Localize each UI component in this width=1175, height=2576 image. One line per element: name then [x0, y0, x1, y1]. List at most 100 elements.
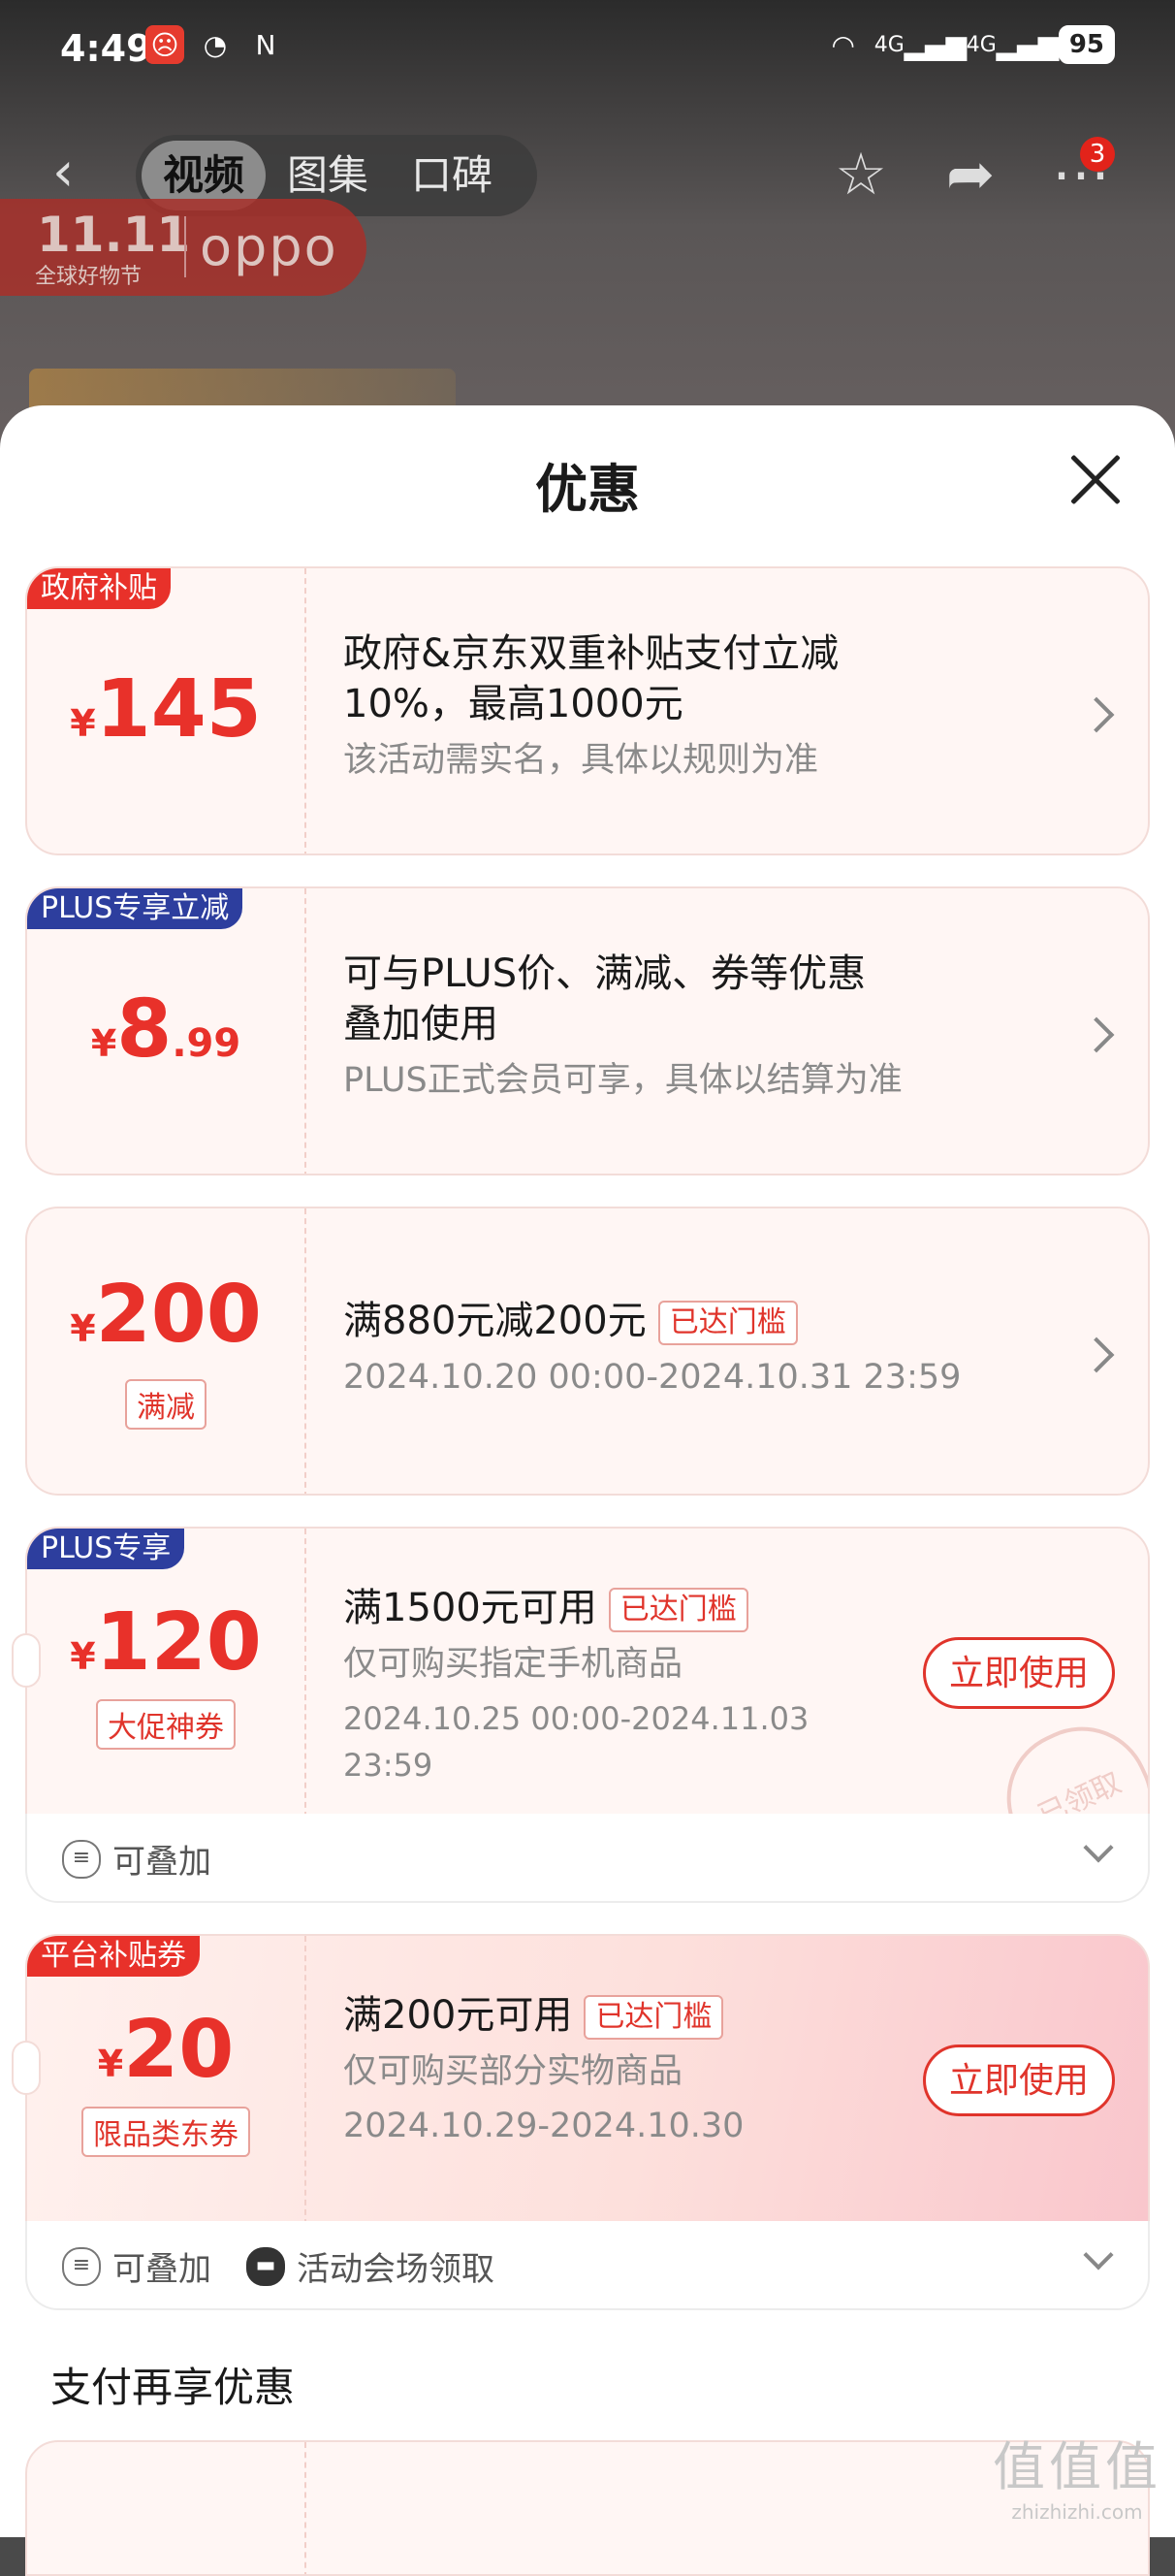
- chevron-right-icon: [1078, 1016, 1115, 1053]
- threshold-reached-pill: 已达门槛: [657, 1301, 798, 1345]
- card-divider: [304, 1936, 306, 2221]
- amount-value: 120: [95, 1596, 262, 1689]
- use-now-button[interactable]: 立即使用: [923, 2045, 1115, 2116]
- chevron-right-icon: [1078, 696, 1115, 733]
- card-divider: [304, 1208, 306, 1494]
- ticket-icon: ▬: [246, 2246, 285, 2286]
- desc-line-1: 政府&京东双重补贴支付立减: [343, 631, 840, 676]
- coupon-type-label: 满减: [27, 1379, 304, 1430]
- desc-note: 该活动需实名，具体以规则为准: [343, 741, 819, 780]
- discount-sheet: 优惠 政府补贴 ¥145 政府&京东双重补贴支付立减 10%，最高1000元 该…: [0, 405, 1175, 2576]
- desc-line-1: 可与PLUS价、满减、券等优惠: [343, 951, 867, 996]
- type-label-text: 限品类东券: [81, 2107, 250, 2157]
- card-divider: [304, 1529, 306, 1814]
- nfc-icon: Ν: [255, 28, 276, 61]
- coupon-condition: 满200元可用 已达门槛: [343, 1990, 905, 2041]
- coupon-amount: ¥8.99: [27, 983, 304, 1076]
- watermark-domain: zhizhizhi.com: [1011, 2500, 1143, 2524]
- sheet-title: 优惠: [535, 459, 640, 520]
- star-icon[interactable]: ☆: [827, 141, 895, 209]
- chevron-down-icon[interactable]: [1083, 1832, 1114, 1863]
- coupon-amount: ¥200: [27, 1269, 304, 1361]
- stackable-label: 可叠加: [112, 1843, 211, 1882]
- coupon-tag: PLUS专享立减: [27, 888, 243, 929]
- payment-coupon-card[interactable]: [25, 2440, 1150, 2576]
- type-label-text: 满减: [125, 1379, 206, 1430]
- chevron-down-icon[interactable]: [1083, 2239, 1114, 2270]
- coupon-condition: 满880元减200元 已达门槛: [343, 1296, 1041, 1346]
- status-time: 4:49: [60, 27, 152, 70]
- amount-value: 20: [123, 2004, 235, 2096]
- stackable-info: ≡ 可叠加: [62, 1835, 211, 1883]
- app-notification-icon: ☹: [145, 25, 184, 64]
- signal-icon: ▂▄▆: [904, 28, 968, 61]
- coupon-amount: ¥20: [27, 2004, 304, 2096]
- desc-line-2: 叠加使用: [343, 1002, 498, 1046]
- watermark: 值值值 zhizhizhi.com: [993, 2424, 1161, 2524]
- share-icon[interactable]: ➦: [937, 141, 1004, 209]
- currency-symbol: ¥: [97, 2043, 124, 2085]
- coupon-scope: 仅可购买部分实物商品: [343, 2052, 683, 2091]
- watermark-logo: 值值值: [993, 2436, 1161, 2497]
- condition-text: 满200元可用: [343, 1993, 573, 2038]
- more-icon[interactable]: ⋯ 3: [1047, 137, 1115, 209]
- chevron-right-icon: [1078, 1336, 1115, 1373]
- coupon-period: 2024.10.25 00:00-2024.11.03 23:59: [343, 1700, 810, 1784]
- coupon-condition: 满1500元可用 已达门槛: [343, 1583, 905, 1633]
- coupon-footer[interactable]: ≡ 可叠加: [25, 1814, 1150, 1903]
- card-notch: [12, 2041, 41, 2095]
- condition-text: 满880元减200元: [343, 1299, 647, 1343]
- coupon-desc: 满200元可用 已达门槛 仅可购买部分实物商品 2024.10.29-2024.1…: [343, 1990, 905, 2149]
- stack-icon: ≡: [62, 2246, 101, 2286]
- signal-icon-2: ▂▄▆: [996, 28, 1060, 61]
- coupon-desc: 可与PLUS价、满减、券等优惠 叠加使用 PLUS正式会员可享，具体以结算为准: [343, 949, 1041, 1104]
- type-label-text: 大促神券: [96, 1699, 236, 1750]
- desc-note: PLUS正式会员可享，具体以结算为准: [343, 1061, 903, 1100]
- coupon-period: 2024.10.20 00:00-2024.10.31 23:59: [343, 1358, 962, 1397]
- tab-reviews[interactable]: 口碑: [390, 141, 514, 210]
- coupon-card-gov-subsidy[interactable]: 政府补贴 ¥145 政府&京东双重补贴支付立减 10%，最高1000元 该活动需…: [25, 566, 1150, 855]
- source-info: ▬ 活动会场领取: [246, 2242, 494, 2290]
- status-notification-icons: ☹ ◔ Ν: [145, 25, 285, 64]
- source-label: 活动会场领取: [297, 2250, 494, 2289]
- coupon-tag: PLUS专享: [27, 1529, 185, 1569]
- card-divider: [304, 2442, 306, 2574]
- status-bar: 4:49 ☹ ◔ Ν ◠ 4G ▂▄▆ 4G ▂▄▆ 95: [0, 0, 1175, 97]
- stackable-label: 可叠加: [112, 2250, 211, 2289]
- amount-value: 145: [95, 663, 262, 756]
- brand-logo: oppo: [184, 216, 338, 277]
- coupon-tag: 平台补贴券: [27, 1936, 200, 1977]
- coupon-period: 2024.10.29-2024.10.30: [343, 2107, 745, 2145]
- speed-icon: ◔: [203, 28, 228, 61]
- coupon-amount: ¥120: [27, 1596, 304, 1689]
- coupon-type-label: 大促神券: [27, 1699, 304, 1750]
- desc-line-2: 10%，最高1000元: [343, 682, 683, 726]
- event-logo: 11.11: [37, 207, 191, 263]
- coupon-card-platform-20: 平台补贴券 ¥20 限品类东券 满200元可用 已达门槛 仅可购买部分实物商品 2…: [25, 1934, 1150, 2223]
- coupon-tag: 政府补贴: [27, 568, 171, 609]
- currency-symbol: ¥: [70, 1635, 96, 1678]
- card-notch: [12, 1633, 41, 1688]
- coupon-card-plus-discount[interactable]: PLUS专享立减 ¥8.99 可与PLUS价、满减、券等优惠 叠加使用 PLUS…: [25, 886, 1150, 1175]
- coupon-card-full-reduction[interactable]: ¥200 满减 满880元减200元 已达门槛 2024.10.20 00:00-…: [25, 1207, 1150, 1496]
- currency-symbol: ¥: [90, 1022, 117, 1065]
- network-label-2: 4G: [966, 32, 997, 57]
- threshold-reached-pill: 已达门槛: [608, 1588, 748, 1632]
- coupon-type-label: 限品类东券: [27, 2107, 304, 2157]
- currency-symbol: ¥: [70, 1307, 96, 1350]
- network-label: 4G: [873, 32, 905, 57]
- back-icon[interactable]: ‹: [52, 145, 101, 200]
- currency-symbol: ¥: [70, 702, 96, 745]
- status-right-icons: ◠ 4G ▂▄▆ 4G ▂▄▆ 95: [824, 25, 1115, 64]
- battery-indicator: 95: [1058, 25, 1115, 64]
- amount-value: 200: [95, 1269, 262, 1361]
- coupon-footer[interactable]: ≡ 可叠加 ▬ 活动会场领取: [25, 2221, 1150, 2310]
- section-title-payment: 支付再享优惠: [50, 2364, 296, 2411]
- amount-value: 8: [116, 983, 173, 1076]
- coupon-scope: 仅可购买指定手机商品: [343, 1645, 683, 1684]
- coupon-card-plus-120: PLUS专享 ¥120 大促神券 满1500元可用 已达门槛 仅可购买指定手机商品…: [25, 1527, 1150, 1816]
- claimed-stamp: 已领取: [984, 1704, 1148, 1814]
- use-now-button[interactable]: 立即使用: [923, 1637, 1115, 1709]
- close-icon[interactable]: [1068, 452, 1123, 506]
- coupon-desc: 政府&京东双重补贴支付立减 10%，最高1000元 该活动需实名，具体以规则为准: [343, 628, 1041, 784]
